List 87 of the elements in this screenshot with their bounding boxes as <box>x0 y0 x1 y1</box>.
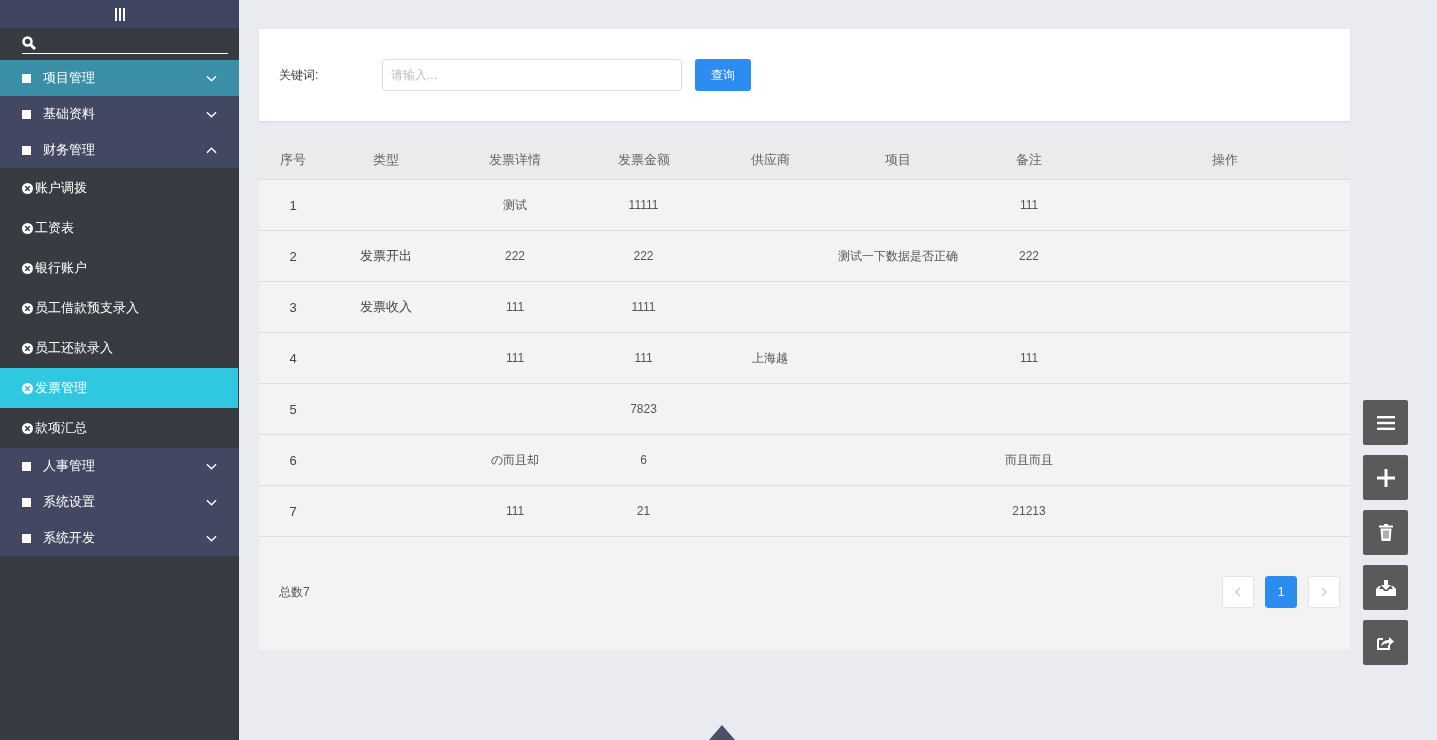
delete-button[interactable] <box>1363 510 1408 555</box>
table-cell: 7823 <box>630 402 657 416</box>
add-button[interactable] <box>1363 455 1408 500</box>
table-cell: 6 <box>640 453 647 467</box>
table-cell: 222 <box>1019 249 1039 263</box>
search-field[interactable] <box>22 33 228 54</box>
menu-item[interactable]: 员工借款预支录入 <box>0 288 239 328</box>
circle-x-icon <box>22 182 33 194</box>
table-cell: 21213 <box>1012 504 1046 518</box>
table-cell: 111 <box>505 300 525 314</box>
chevron-down-icon <box>206 110 217 118</box>
table-cell: 7 <box>289 503 297 519</box>
column-header: 项目 <box>885 151 911 169</box>
table-cell: 测试一下数据是否正确 <box>838 247 958 265</box>
menu-group[interactable]: 系统设置 <box>0 484 239 520</box>
column-header: 发票金额 <box>617 151 670 169</box>
column-header: 备注 <box>1016 151 1042 169</box>
total-count: 总数7 <box>279 583 311 601</box>
table-cell: 测试 <box>503 196 527 214</box>
menu-group[interactable]: 项目管理 <box>0 60 239 96</box>
menu-item[interactable]: 工资表 <box>0 208 239 248</box>
table-cell: 222 <box>505 249 525 263</box>
chevron-left-icon <box>1235 587 1241 597</box>
circle-x-icon <box>22 262 33 274</box>
column-header: 类型 <box>373 151 399 169</box>
menu-toggle-icon[interactable] <box>114 7 125 21</box>
table-cell: 3 <box>289 299 297 315</box>
table-cell: 111 <box>505 351 525 365</box>
square-icon <box>22 109 31 119</box>
square-icon <box>22 145 31 155</box>
table-cell: 2 <box>289 248 297 264</box>
menu-group[interactable]: 系统开发 <box>0 520 239 556</box>
table-cell: 11111 <box>628 198 659 212</box>
back-to-top-icon[interactable] <box>707 725 737 740</box>
table-cell: 发票开出 <box>360 247 412 265</box>
table-cell: 222 <box>633 249 654 263</box>
table-cell: 6 <box>289 452 297 468</box>
export-button[interactable] <box>1363 620 1408 665</box>
square-icon <box>22 533 31 543</box>
trash-icon <box>1378 524 1393 541</box>
menu-icon <box>1376 415 1395 430</box>
table-cell: 21 <box>636 504 651 518</box>
chevron-right-icon <box>1321 587 1327 597</box>
table-cell: 1 <box>289 197 297 213</box>
table-cell: 而且而且 <box>1005 451 1053 469</box>
table-cell: 5 <box>289 401 297 417</box>
menu-item[interactable]: 员工还款录入 <box>0 328 239 368</box>
column-header: 供应商 <box>750 151 790 169</box>
search-icon <box>22 36 36 50</box>
square-icon <box>22 73 31 83</box>
table-cell: の而且却 <box>491 451 539 469</box>
circle-x-icon <box>22 222 33 234</box>
circle-x-icon <box>22 422 33 434</box>
keyword-label: 关键词: <box>279 66 320 84</box>
import-button[interactable] <box>1363 565 1408 610</box>
table-cell: 111 <box>1019 351 1039 365</box>
circle-x-icon <box>22 382 33 394</box>
share-icon <box>1377 635 1394 650</box>
circle-x-icon <box>22 302 33 314</box>
table-cell: 111 <box>634 351 653 365</box>
table-cell: 111 <box>1019 198 1039 212</box>
table-cell: 111 <box>505 504 525 518</box>
chevron-down-icon <box>206 74 217 82</box>
menu-group[interactable]: 基础资料 <box>0 96 239 132</box>
menu-item[interactable]: 款项汇总 <box>0 408 239 448</box>
menu-group[interactable]: 人事管理 <box>0 448 239 484</box>
keyword-field[interactable]: 请输入... <box>382 59 682 91</box>
plus-icon <box>1376 468 1395 487</box>
square-icon <box>22 497 31 507</box>
chevron-up-icon <box>206 146 217 154</box>
column-header: 序号 <box>280 151 306 169</box>
circle-x-icon <box>22 342 33 354</box>
table-cell: 上海越 <box>752 349 788 367</box>
menu-group[interactable]: 财务管理 <box>0 132 239 168</box>
column-header: 操作 <box>1212 151 1238 169</box>
table-cell: 1111 <box>631 300 656 314</box>
menu-item[interactable]: 银行账户 <box>0 248 239 288</box>
chevron-down-icon <box>206 498 217 506</box>
square-icon <box>22 461 31 471</box>
chevron-down-icon <box>206 462 217 470</box>
menu-item[interactable]: 账户调拨 <box>0 168 239 208</box>
menu-button[interactable] <box>1363 400 1408 445</box>
chevron-down-icon <box>206 534 217 542</box>
table-cell: 4 <box>289 350 297 366</box>
inbox-download-icon <box>1375 579 1396 596</box>
column-header: 发票详情 <box>489 151 541 169</box>
table-cell: 发票收入 <box>360 298 412 316</box>
